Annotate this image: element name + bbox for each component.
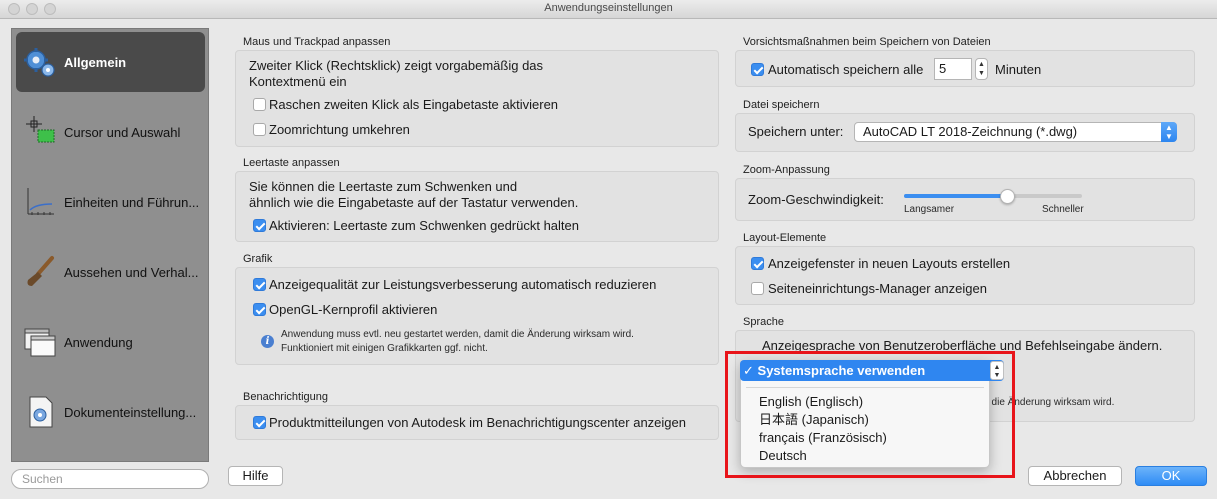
mouse-description-2: Kontextmenü ein xyxy=(249,74,347,89)
graphics-note: Anwendung muss evtl. neu gestartet werde… xyxy=(281,329,634,340)
page-setup-manager-checkbox[interactable] xyxy=(751,282,764,295)
section-title-notify: Benachrichtigung xyxy=(243,391,329,403)
sidebar-item-allgemein[interactable]: Allgemein xyxy=(16,32,205,92)
zoom-slider-fill xyxy=(904,194,1008,198)
autosave-stepper[interactable]: ▲ ▼ xyxy=(975,58,988,80)
create-viewport-label[interactable]: Anzeigefenster in neuen Layouts erstelle… xyxy=(768,256,1010,272)
space-pan-label[interactable]: Aktivieren: Leertaste zum Schwenken gedr… xyxy=(269,218,579,234)
ok-button[interactable]: OK xyxy=(1135,466,1207,486)
section-title-zoom: Zoom-Anpassung xyxy=(743,164,830,176)
autosave-minutes-field[interactable]: 5 xyxy=(934,58,972,80)
sidebar-item-label: Anwendung xyxy=(64,334,133,350)
save-format-select[interactable]: AutoCAD LT 2018-Zeichnung (*.dwg) ▲ ▼ xyxy=(854,122,1177,142)
windows-icon xyxy=(22,324,58,360)
create-viewport-checkbox[interactable] xyxy=(751,257,764,270)
page-setup-manager-label[interactable]: Seiteneinrichtungs-Manager anzeigen xyxy=(768,281,987,297)
sidebar-item-cursor[interactable]: Cursor und Auswahl xyxy=(16,102,205,162)
sidebar-item-appearance[interactable]: Aussehen und Verhal... xyxy=(16,242,205,302)
graphics-note-2: Funktioniert mit einigen Grafikkarten gg… xyxy=(281,343,488,354)
section-title-mouse: Maus und Trackpad anpassen xyxy=(243,36,391,48)
paintbrush-icon xyxy=(22,254,58,290)
auto-reduce-quality-checkbox[interactable] xyxy=(253,278,266,291)
chevron-updown-icon: ▲ ▼ xyxy=(1161,122,1177,142)
gears-icon xyxy=(22,44,58,80)
sidebar-item-document-settings[interactable]: Dokumenteinstellung... xyxy=(16,382,205,442)
save-format-value: AutoCAD LT 2018-Zeichnung (*.dwg) xyxy=(863,124,1078,139)
space-description-2: ähnlich wie die Eingabetaste auf der Tas… xyxy=(249,195,579,210)
minutes-label: Minuten xyxy=(995,62,1042,77)
auto-reduce-quality-label[interactable]: Anzeigequalität zur Leistungsverbesserun… xyxy=(269,277,656,293)
sidebar: Allgemein Cursor und Auswahl Einheiten u… xyxy=(11,28,209,462)
section-title-precautions: Vorsichtsmaßnahmen beim Speichern von Da… xyxy=(743,36,991,48)
space-pan-checkbox[interactable] xyxy=(253,219,266,232)
zoom-speed-slider[interactable] xyxy=(904,194,1082,198)
info-icon: i xyxy=(261,335,274,348)
title-bar: Anwendungseinstellungen xyxy=(0,0,1217,19)
sidebar-item-units[interactable]: Einheiten und Führun... xyxy=(16,172,205,232)
highlight-box xyxy=(725,351,1015,478)
sidebar-item-label: Einheiten und Führun... xyxy=(64,194,200,210)
invert-zoom-checkbox[interactable] xyxy=(253,123,266,136)
quick-second-click-checkbox[interactable] xyxy=(253,98,266,111)
section-title-layout: Layout-Elemente xyxy=(743,232,827,244)
sidebar-item-application[interactable]: Anwendung xyxy=(16,312,205,372)
zoom-min-label: Langsamer xyxy=(904,204,955,215)
mouse-description: Zweiter Klick (Rechtsklick) zeigt vorgab… xyxy=(249,58,544,73)
zoom-speed-label: Zoom-Geschwindigkeit: xyxy=(748,192,884,207)
zoom-max-label: Schneller xyxy=(1042,204,1084,215)
section-title-graphics: Grafik xyxy=(243,253,273,265)
cursor-selection-icon xyxy=(22,114,58,150)
sidebar-item-label: Allgemein xyxy=(64,54,127,70)
window-title: Anwendungseinstellungen xyxy=(544,2,673,14)
section-title-save: Datei speichern xyxy=(743,99,820,111)
opengl-core-checkbox[interactable] xyxy=(253,303,266,316)
cancel-button[interactable]: Abbrechen xyxy=(1028,466,1122,486)
units-guides-icon xyxy=(22,184,58,220)
space-description: Sie können die Leertaste zum Schwenken u… xyxy=(249,179,518,194)
help-button[interactable]: Hilfe xyxy=(228,466,283,486)
autosave-checkbox[interactable] xyxy=(751,63,764,76)
invert-zoom-label[interactable]: Zoomrichtung umkehren xyxy=(269,122,410,138)
save-as-label: Speichern unter: xyxy=(748,124,844,139)
product-messages-label[interactable]: Produktmitteilungen von Autodesk im Bena… xyxy=(269,415,686,431)
search-input[interactable]: Suchen xyxy=(11,469,209,489)
section-title-language: Sprache xyxy=(743,316,784,328)
autosave-label[interactable]: Automatisch speichern alle xyxy=(768,62,923,78)
sidebar-item-label: Aussehen und Verhal... xyxy=(64,264,199,280)
sidebar-item-label: Cursor und Auswahl xyxy=(64,124,181,140)
section-title-space: Leertaste anpassen xyxy=(243,157,340,169)
document-settings-icon xyxy=(22,394,58,430)
product-messages-checkbox[interactable] xyxy=(253,416,266,429)
sidebar-item-label: Dokumenteinstellung... xyxy=(64,404,197,420)
opengl-core-label[interactable]: OpenGL-Kernprofil aktivieren xyxy=(269,302,437,318)
quick-second-click-label[interactable]: Raschen zweiten Klick als Eingabetaste a… xyxy=(269,97,558,113)
